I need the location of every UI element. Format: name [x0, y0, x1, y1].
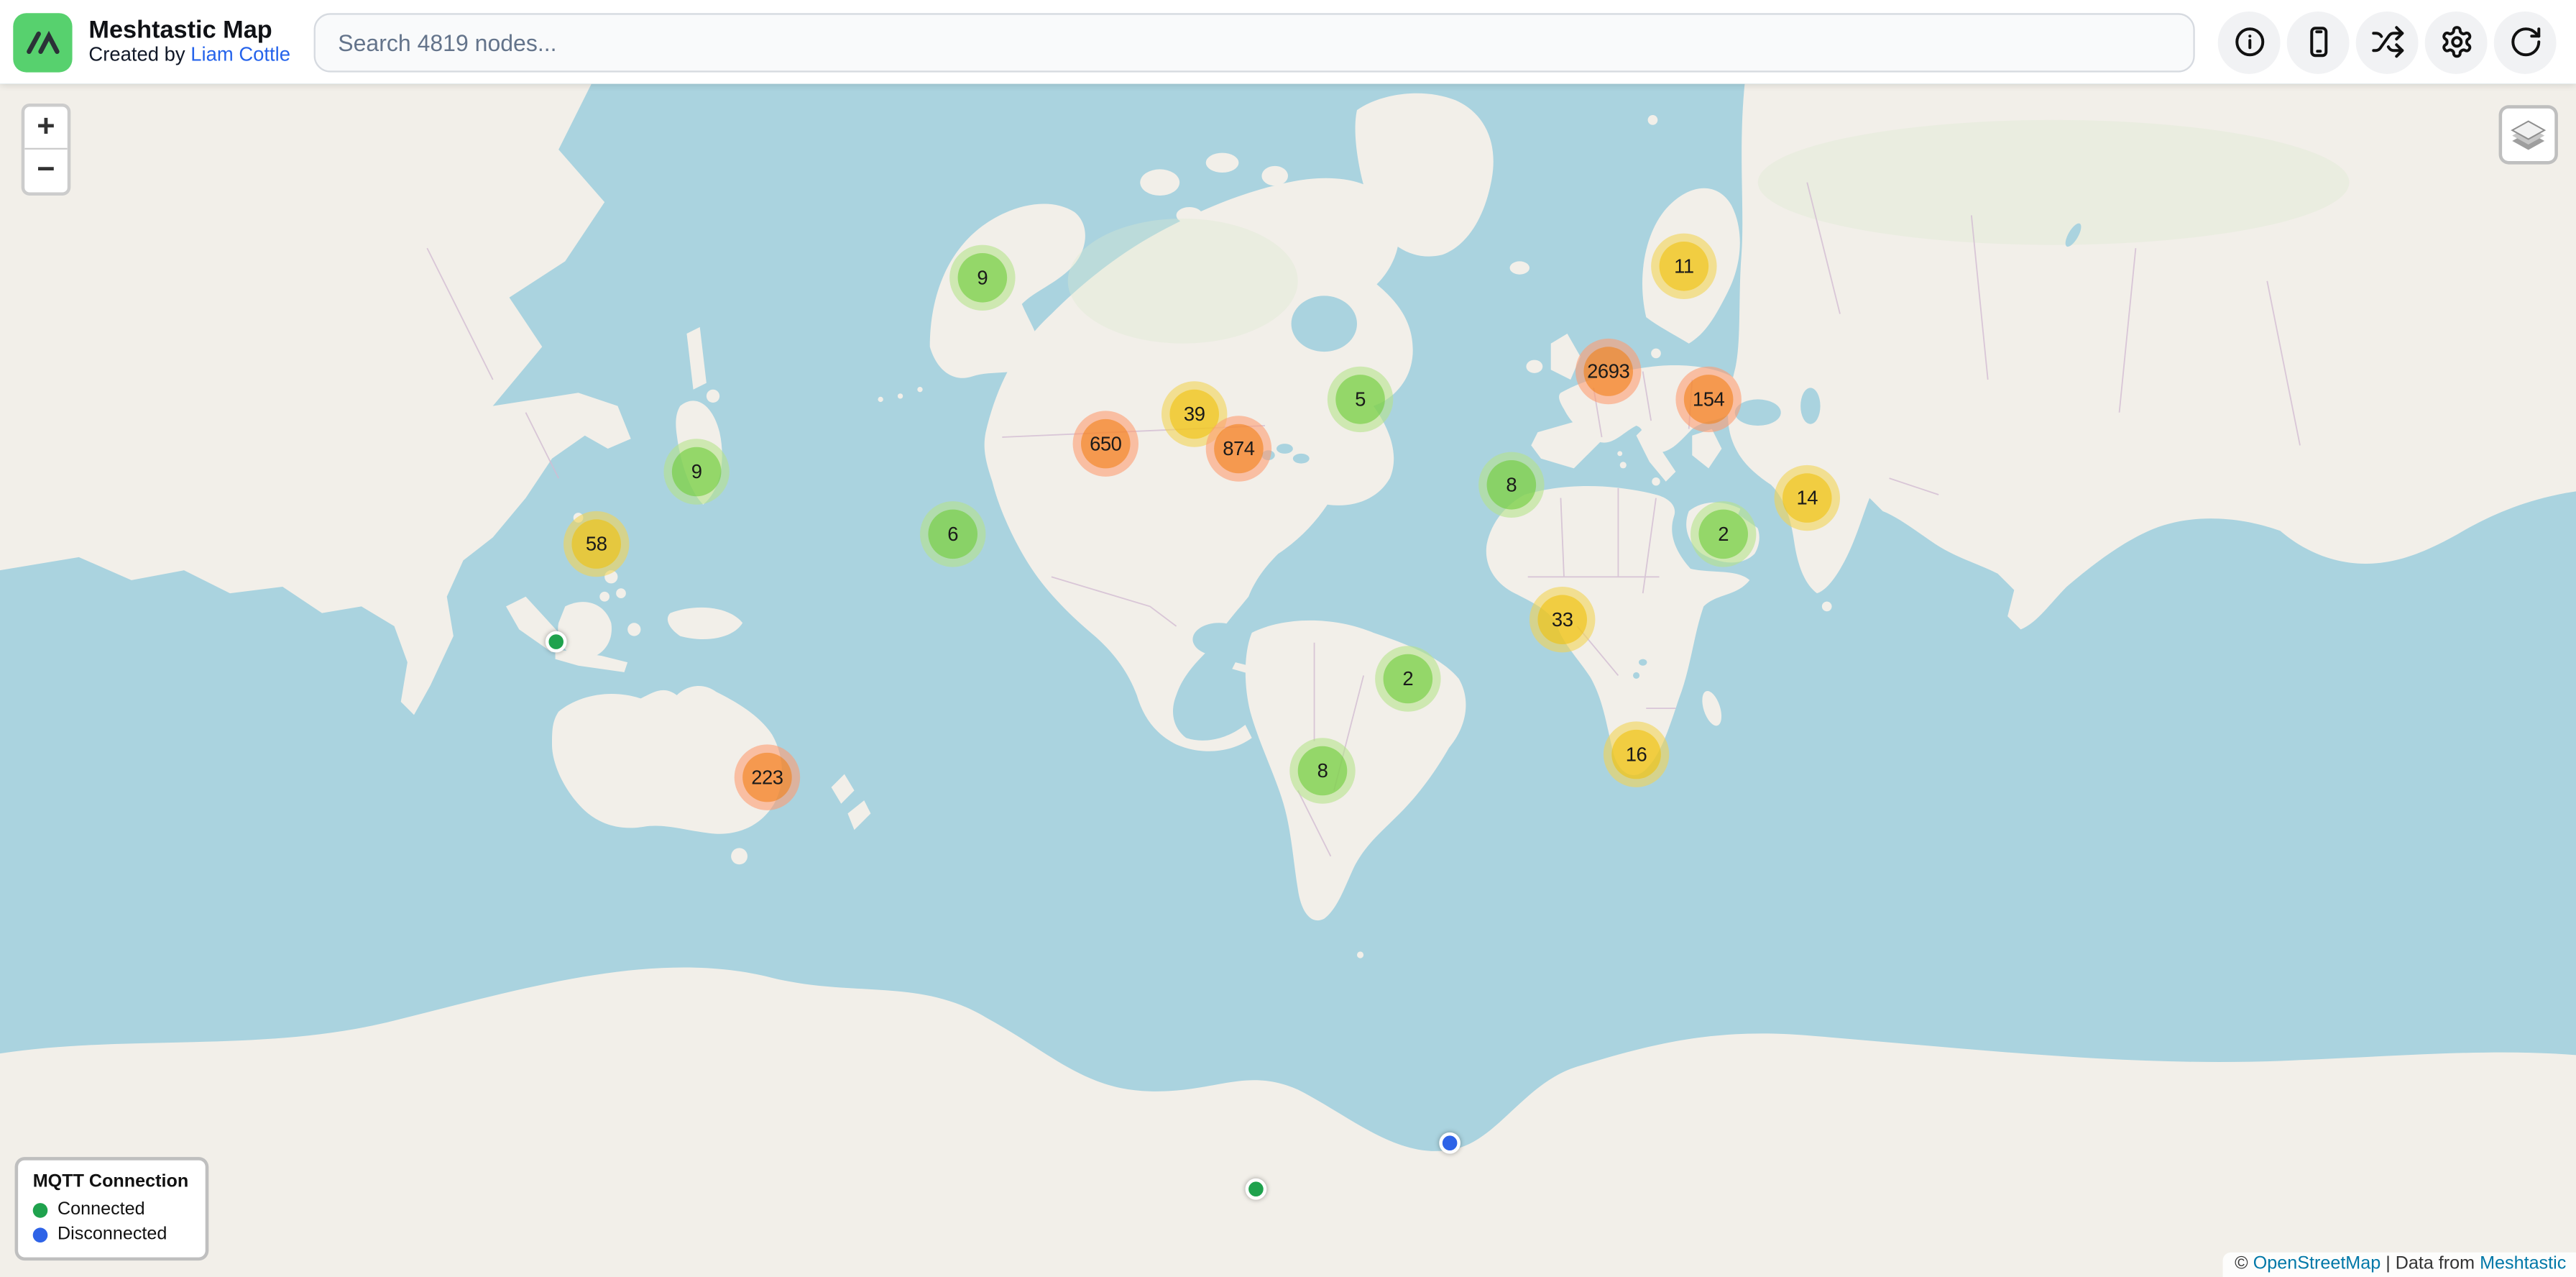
- cluster-count: 14: [1782, 473, 1832, 523]
- legend-item-connected: Connected: [33, 1200, 189, 1219]
- cluster-marker[interactable]: 58: [564, 511, 629, 577]
- page-title: Meshtastic Map: [88, 17, 290, 45]
- zoom-control: + −: [22, 104, 71, 196]
- mqtt-legend: MQTT Connection Connected Disconnected: [15, 1157, 208, 1260]
- connected-dot: [33, 1202, 48, 1217]
- cluster-count: 8: [1298, 746, 1348, 796]
- cluster-marker[interactable]: 9: [949, 245, 1015, 311]
- node-marker-connected[interactable]: [1246, 1178, 1267, 1200]
- disconnected-dot: [33, 1227, 48, 1242]
- node-marker-disconnected[interactable]: [1439, 1132, 1460, 1154]
- cluster-count: 6: [928, 510, 978, 559]
- shuffle-icon: [2370, 24, 2404, 59]
- cluster-count: 8: [1487, 460, 1537, 510]
- info-icon: [2232, 24, 2266, 59]
- attribution: © OpenStreetMap | Data from Meshtastic: [2223, 1253, 2576, 1277]
- cluster-marker[interactable]: 16: [1604, 721, 1669, 787]
- created-by-text: Created by: [88, 43, 190, 66]
- cluster-count: 9: [672, 447, 722, 497]
- cluster-marker[interactable]: 8: [1289, 738, 1355, 803]
- search-input[interactable]: [313, 12, 2195, 71]
- app: Meshtastic Map Created by Liam Cottle: [0, 0, 2576, 1277]
- node-marker-connected[interactable]: [546, 631, 567, 653]
- map-canvas[interactable]: + − 911269315439650874581429586332168223…: [0, 84, 2576, 1277]
- cluster-marker[interactable]: 8: [1478, 452, 1544, 518]
- title-block: Meshtastic Map Created by Liam Cottle: [88, 17, 290, 68]
- cluster-marker[interactable]: 223: [735, 744, 800, 810]
- refresh-icon: [2508, 24, 2542, 59]
- cluster-marker[interactable]: 650: [1073, 411, 1138, 476]
- device-button[interactable]: [2287, 11, 2350, 73]
- attribution-separator: | Data from: [2380, 1254, 2480, 1273]
- refresh-button[interactable]: [2494, 11, 2557, 73]
- meshtastic-link[interactable]: Meshtastic: [2480, 1254, 2566, 1273]
- cluster-count: 5: [1335, 375, 1385, 424]
- gear-icon: [2439, 24, 2473, 59]
- cluster-marker[interactable]: 33: [1530, 587, 1595, 652]
- cluster-marker[interactable]: 11: [1651, 234, 1716, 299]
- cluster-marker[interactable]: 2: [1375, 646, 1440, 711]
- settings-button[interactable]: [2425, 11, 2488, 73]
- header: Meshtastic Map Created by Liam Cottle: [0, 0, 2576, 84]
- cluster-marker[interactable]: 9: [663, 439, 729, 504]
- random-node-button[interactable]: [2356, 11, 2419, 73]
- legend-label: Connected: [58, 1200, 145, 1219]
- legend-title: MQTT Connection: [33, 1172, 189, 1191]
- legend-label: Disconnected: [58, 1225, 167, 1244]
- world-map-svg: [0, 84, 2576, 1277]
- info-button[interactable]: [2218, 11, 2281, 73]
- legend-item-disconnected: Disconnected: [33, 1225, 189, 1244]
- zoom-in-button[interactable]: +: [24, 107, 67, 150]
- osm-link[interactable]: OpenStreetMap: [2253, 1254, 2381, 1273]
- cluster-count: 2693: [1583, 347, 1633, 396]
- app-logo: [13, 12, 72, 71]
- cluster-count: 9: [958, 253, 1008, 303]
- cluster-count: 650: [1081, 419, 1131, 469]
- cluster-count: 33: [1537, 595, 1587, 644]
- cluster-count: 58: [571, 519, 621, 569]
- cluster-count: 2: [1384, 654, 1433, 704]
- cluster-count: 11: [1660, 242, 1709, 291]
- subtitle: Created by Liam Cottle: [88, 45, 290, 68]
- cluster-count: 223: [742, 753, 792, 802]
- cluster-count: 154: [1684, 375, 1734, 424]
- meshtastic-logo-icon: [18, 17, 68, 67]
- cluster-count: 2: [1698, 510, 1748, 559]
- cluster-count: 16: [1611, 730, 1661, 779]
- cluster-marker[interactable]: 874: [1206, 416, 1271, 481]
- layers-control[interactable]: [2499, 105, 2558, 164]
- cluster-marker[interactable]: 14: [1775, 465, 1840, 531]
- cluster-count: 874: [1214, 424, 1264, 474]
- copyright-text: ©: [2235, 1254, 2253, 1273]
- cluster-marker[interactable]: 2: [1690, 501, 1756, 567]
- layers-icon: [2508, 116, 2548, 154]
- cluster-marker[interactable]: 6: [920, 501, 985, 567]
- zoom-out-button[interactable]: −: [24, 150, 67, 192]
- smartphone-icon: [2301, 24, 2335, 59]
- cluster-marker[interactable]: 154: [1675, 367, 1741, 432]
- cluster-marker[interactable]: 2693: [1576, 339, 1641, 404]
- author-link[interactable]: Liam Cottle: [190, 43, 290, 66]
- cluster-marker[interactable]: 5: [1328, 367, 1393, 432]
